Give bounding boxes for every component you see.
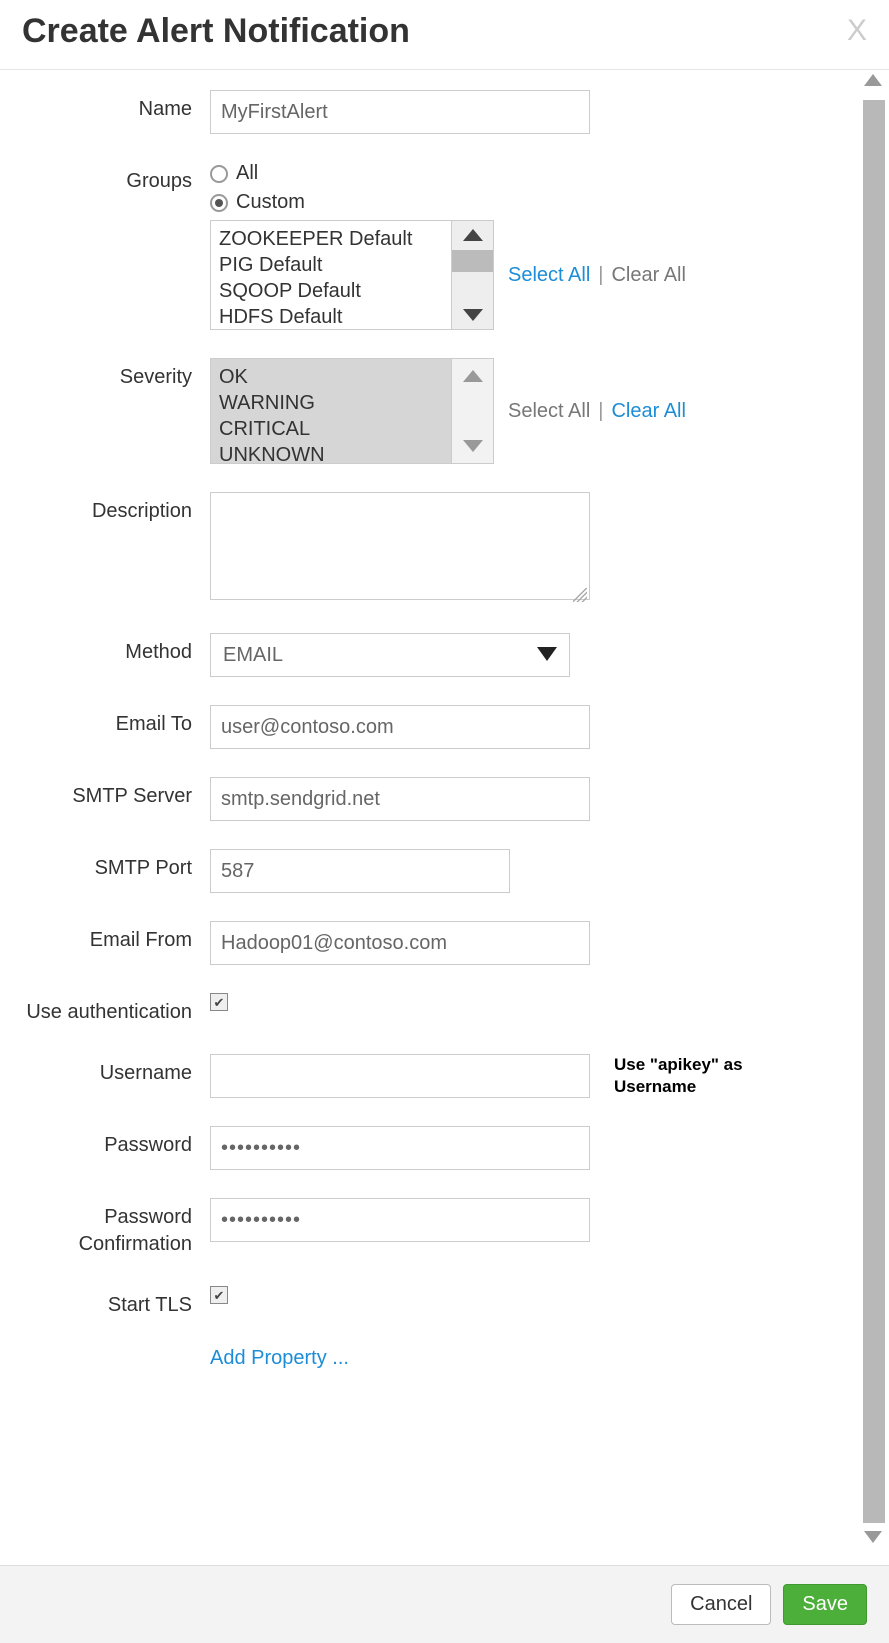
smtp-port-input[interactable]	[210, 849, 510, 893]
start-tls-label: Start TLS	[20, 1286, 210, 1319]
list-item[interactable]: UNKNOWN	[219, 442, 443, 463]
severity-scroll-up-icon[interactable]	[452, 359, 493, 394]
severity-scroll-down-icon[interactable]	[452, 428, 493, 463]
groups-radio-all[interactable]	[210, 165, 228, 183]
use-auth-checkbox[interactable]	[210, 993, 228, 1011]
password-label: Password	[20, 1126, 210, 1159]
severity-label: Severity	[20, 358, 210, 391]
description-label: Description	[20, 492, 210, 525]
groups-clear-all-link[interactable]: Clear All	[611, 264, 685, 287]
groups-scroll-down-icon[interactable]	[452, 300, 493, 329]
create-alert-modal: Create Alert Notification X Name Groups …	[0, 0, 889, 1643]
groups-radio-custom-label: Custom	[236, 191, 305, 214]
email-to-label: Email To	[20, 705, 210, 738]
email-from-label: Email From	[20, 921, 210, 954]
modal-footer: Cancel Save	[0, 1565, 889, 1643]
severity-listbox[interactable]: OK WARNING CRITICAL UNKNOWN	[210, 358, 494, 464]
separator: |	[598, 400, 603, 423]
list-item[interactable]: CRITICAL	[219, 416, 443, 442]
severity-clear-all-link[interactable]: Clear All	[611, 400, 685, 423]
smtp-server-label: SMTP Server	[20, 777, 210, 810]
name-label: Name	[20, 90, 210, 123]
start-tls-checkbox[interactable]	[210, 1286, 228, 1304]
groups-listbox[interactable]: ZOOKEEPER Default PIG Default SQOOP Defa…	[210, 220, 494, 330]
groups-scroll-thumb[interactable]	[452, 250, 493, 272]
cancel-button[interactable]: Cancel	[671, 1584, 771, 1625]
use-auth-label: Use authentication	[20, 993, 210, 1026]
list-item[interactable]: ZOOKEEPER Default	[219, 226, 443, 252]
password-confirm-input[interactable]	[210, 1198, 590, 1242]
method-select[interactable]: EMAIL	[210, 633, 570, 677]
list-item[interactable]: HDFS Default	[219, 304, 443, 329]
username-label: Username	[20, 1054, 210, 1087]
modal-title: Create Alert Notification	[22, 12, 410, 51]
save-button[interactable]: Save	[783, 1584, 867, 1625]
groups-select-all-link[interactable]: Select All	[508, 264, 590, 287]
description-textarea[interactable]	[210, 492, 590, 600]
close-icon[interactable]: X	[847, 12, 867, 46]
smtp-port-label: SMTP Port	[20, 849, 210, 882]
email-to-input[interactable]	[210, 705, 590, 749]
smtp-server-input[interactable]	[210, 777, 590, 821]
separator: |	[598, 264, 603, 287]
list-item[interactable]: OK	[219, 364, 443, 390]
password-input[interactable]	[210, 1126, 590, 1170]
list-item[interactable]: PIG Default	[219, 252, 443, 278]
password-confirm-label: Password Confirmation	[20, 1198, 210, 1258]
severity-select-all-link[interactable]: Select All	[508, 400, 590, 423]
modal-header: Create Alert Notification X	[0, 0, 889, 70]
name-input[interactable]	[210, 90, 590, 134]
method-label: Method	[20, 633, 210, 666]
list-item[interactable]: WARNING	[219, 390, 443, 416]
email-from-input[interactable]	[210, 921, 590, 965]
groups-scroll-up-icon[interactable]	[452, 221, 493, 250]
method-select-value: EMAIL	[223, 644, 283, 667]
username-input[interactable]	[210, 1054, 590, 1098]
username-hint: Use "apikey" as Username	[614, 1054, 784, 1098]
groups-radio-custom[interactable]	[210, 194, 228, 212]
groups-label: Groups	[20, 162, 210, 195]
list-item[interactable]: SQOOP Default	[219, 278, 443, 304]
add-property-link[interactable]: Add Property ...	[210, 1347, 349, 1370]
groups-radio-all-label: All	[236, 162, 258, 185]
modal-body: Name Groups All Custom	[0, 70, 889, 1565]
chevron-down-icon	[537, 644, 557, 667]
